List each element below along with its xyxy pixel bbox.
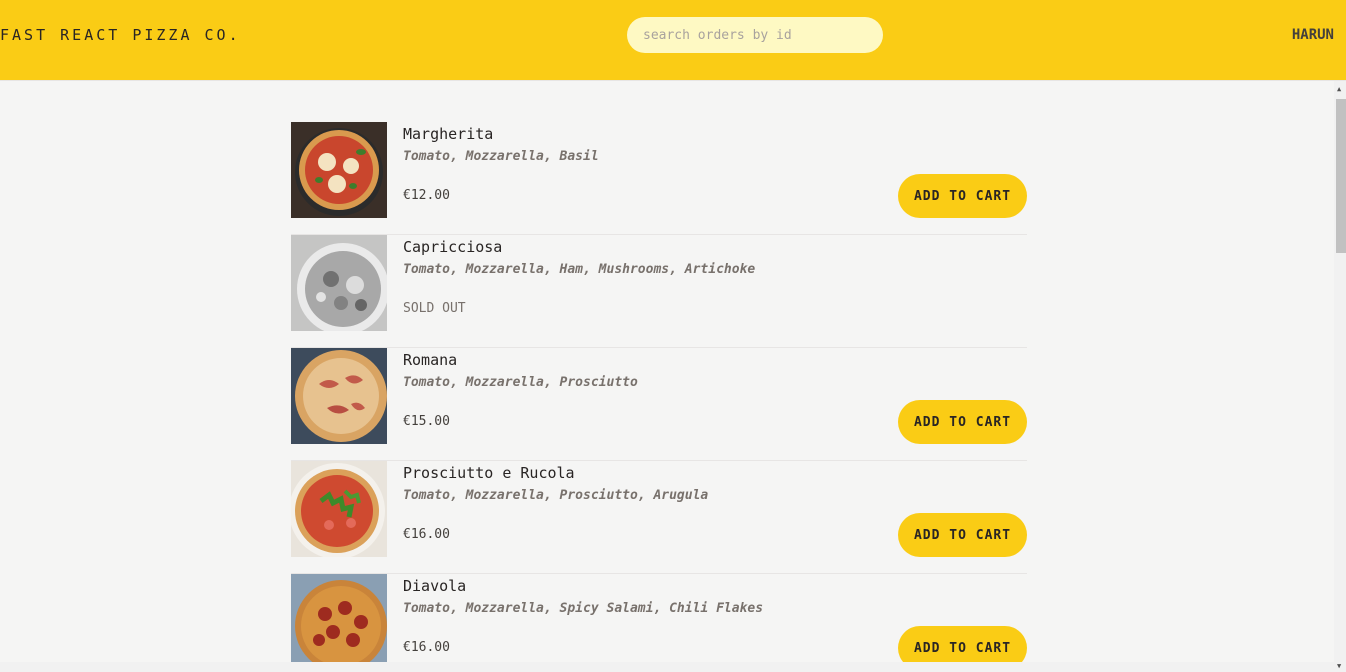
pizza-name: Prosciutto e Rucola [403,464,575,482]
add-to-cart-button[interactable]: Add to cart [898,513,1027,557]
pizza-name: Romana [403,351,458,369]
pizza-image [291,574,387,670]
pizza-name: Diavola [403,577,467,595]
scroll-down-arrow-icon[interactable]: ▼ [1337,662,1341,670]
menu-item-capricciosa: Capricciosa Tomato, Mozzarella, Ham, Mus… [291,235,1027,348]
add-to-cart-button[interactable]: Add to cart [898,174,1027,218]
pizza-price: €16.00 [403,640,450,655]
pizza-image [291,122,387,218]
search-orders-input[interactable] [627,17,883,53]
pizza-price: €15.00 [403,414,450,429]
pizza-image [291,235,387,331]
menu-item-prosciutto-e-rucola: Prosciutto e Rucola Tomato, Mozzarella, … [291,461,1027,574]
app-header: Fast React Pizza Co. Harun [0,0,1346,81]
pizza-name: Capricciosa [403,238,503,256]
pizza-ingredients: Tomato, Mozzarella, Ham, Mushrooms, Arti… [403,262,756,277]
pizza-menu-list: Margherita Tomato, Mozzarella, Basil €12… [291,122,1027,672]
scroll-up-arrow-icon[interactable]: ▲ [1337,85,1341,93]
pizza-ingredients: Tomato, Mozzarella, Spicy Salami, Chili … [403,601,764,616]
pizza-image [291,461,387,557]
vertical-scrollbar[interactable]: ▲ ▼ [1334,81,1346,672]
scrollbar-thumb[interactable] [1336,99,1346,253]
menu-item-diavola: Diavola Tomato, Mozzarella, Spicy Salami… [291,574,1027,672]
pizza-ingredients: Tomato, Mozzarella, Prosciutto, Arugula [403,488,709,503]
pizza-ingredients: Tomato, Mozzarella, Prosciutto [403,375,638,390]
horizontal-scrollbar[interactable] [0,662,1334,672]
menu-item-romana: Romana Tomato, Mozzarella, Prosciutto €1… [291,348,1027,461]
pizza-price: €16.00 [403,527,450,542]
add-to-cart-button[interactable]: Add to cart [898,400,1027,444]
username: Harun [1291,27,1334,43]
pizza-name: Margherita [403,125,494,143]
pizza-price: €12.00 [403,188,450,203]
brand-logo[interactable]: Fast React Pizza Co. [0,26,241,44]
pizza-image [291,348,387,444]
sold-out-label: Sold out [403,301,466,316]
menu-item-margherita: Margherita Tomato, Mozzarella, Basil €12… [291,122,1027,235]
pizza-ingredients: Tomato, Mozzarella, Basil [403,149,599,164]
